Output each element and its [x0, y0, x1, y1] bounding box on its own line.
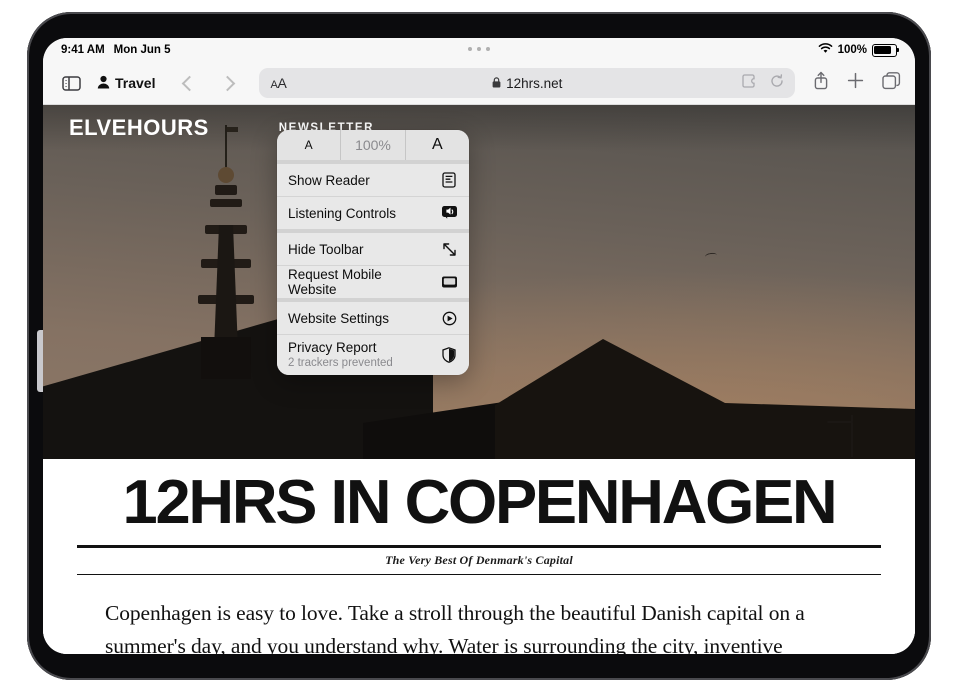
menu-group-view: Hide Toolbar Request Mobile Website	[277, 229, 469, 298]
church-spire	[195, 125, 257, 379]
status-bar: 9:41 AM Mon Jun 5 100%	[43, 38, 915, 62]
extensions-puzzle-icon[interactable]	[742, 73, 758, 93]
ipad-screen: 9:41 AM Mon Jun 5 100% Travel AA 12hrs.n…	[43, 38, 915, 654]
person-icon	[97, 75, 110, 92]
page-settings-menu: A 100% A Show Reader Listening Controls …	[277, 130, 469, 375]
tab-overview-icon[interactable]	[882, 71, 901, 95]
back-button[interactable]	[175, 69, 203, 97]
zoom-in-button[interactable]: A	[406, 130, 469, 160]
menu-label: Privacy Report	[288, 339, 377, 355]
menu-group-settings: Website Settings Privacy Report 2 tracke…	[277, 298, 469, 375]
article-subtitle: The Very Best Of Denmark's Capital	[385, 552, 573, 567]
screenshot-root: 9:41 AM Mon Jun 5 100% Travel AA 12hrs.n…	[0, 0, 958, 692]
status-time: 9:41 AM	[61, 44, 105, 56]
lock-icon	[492, 76, 501, 91]
battery-icon	[872, 43, 900, 57]
menu-item-website-settings[interactable]: Website Settings	[277, 302, 469, 334]
menu-label: Hide Toolbar	[288, 241, 364, 257]
chevron-right-icon	[219, 75, 236, 91]
browser-toolbar: Travel AA 12hrs.net	[43, 62, 915, 105]
menu-label: Website Settings	[288, 310, 390, 326]
menu-label: Show Reader	[288, 172, 370, 188]
menu-item-hide-toolbar[interactable]: Hide Toolbar	[277, 233, 469, 265]
profile-button[interactable]: Travel	[93, 75, 159, 92]
page-settings-button[interactable]: AA	[270, 75, 286, 91]
menu-label: Listening Controls	[288, 205, 397, 221]
listening-controls-icon	[440, 205, 458, 221]
site-logo[interactable]: ELVEHOURS	[69, 115, 209, 141]
menu-item-request-mobile-website[interactable]: Request Mobile Website	[277, 265, 469, 298]
zoom-out-button[interactable]: A	[277, 130, 342, 160]
spire-base	[201, 337, 251, 379]
zoom-level-label[interactable]: 100%	[341, 130, 406, 160]
profile-label: Travel	[115, 75, 156, 91]
wifi-icon	[818, 43, 833, 57]
menu-item-listening-controls[interactable]: Listening Controls	[277, 196, 469, 229]
reload-icon[interactable]	[770, 73, 784, 93]
article: 12HRS IN COPENHAGEN The Very Best Of Den…	[43, 459, 915, 654]
multitasking-handle[interactable]	[468, 47, 490, 51]
menu-group-reader: Show Reader Listening Controls	[277, 160, 469, 229]
new-tab-button[interactable]	[847, 72, 864, 94]
web-page: ELVEHOURS NEWSLETTER 12HRS IN COPENHAGEN…	[43, 105, 915, 654]
chevron-left-icon	[181, 75, 198, 91]
ipad-device: 9:41 AM Mon Jun 5 100% Travel AA 12hrs.n…	[27, 12, 931, 680]
sidebar-toggle-icon[interactable]	[57, 69, 85, 97]
battery-percent: 100%	[837, 44, 867, 56]
monitor-icon	[440, 275, 458, 289]
url-text: 12hrs.net	[506, 75, 563, 91]
forward-button[interactable]	[213, 69, 241, 97]
article-body: Copenhagen is easy to love. Take a strol…	[105, 601, 805, 654]
privacy-report-subtitle: 2 trackers prevented	[288, 357, 393, 370]
menu-item-show-reader[interactable]: Show Reader	[277, 164, 469, 196]
menu-label: Request Mobile Website	[288, 267, 382, 297]
expand-arrows-icon	[440, 242, 458, 257]
reader-icon	[440, 172, 458, 188]
address-bar[interactable]: AA 12hrs.net	[259, 68, 795, 98]
text-size-controls: A 100% A	[277, 130, 469, 160]
hero-image: ELVEHOURS NEWSLETTER	[43, 105, 915, 459]
privacy-shield-icon	[440, 347, 458, 363]
page-title: 12HRS IN COPENHAGEN	[122, 468, 838, 537]
menu-item-privacy-report[interactable]: Privacy Report 2 trackers prevented	[277, 334, 469, 375]
status-date: Mon Jun 5	[113, 44, 171, 56]
spire-golden-ball	[218, 167, 234, 183]
street-lamp	[827, 415, 853, 457]
site-header: ELVEHOURS NEWSLETTER	[43, 105, 915, 151]
share-icon[interactable]	[813, 71, 829, 95]
website-settings-icon	[440, 311, 458, 326]
